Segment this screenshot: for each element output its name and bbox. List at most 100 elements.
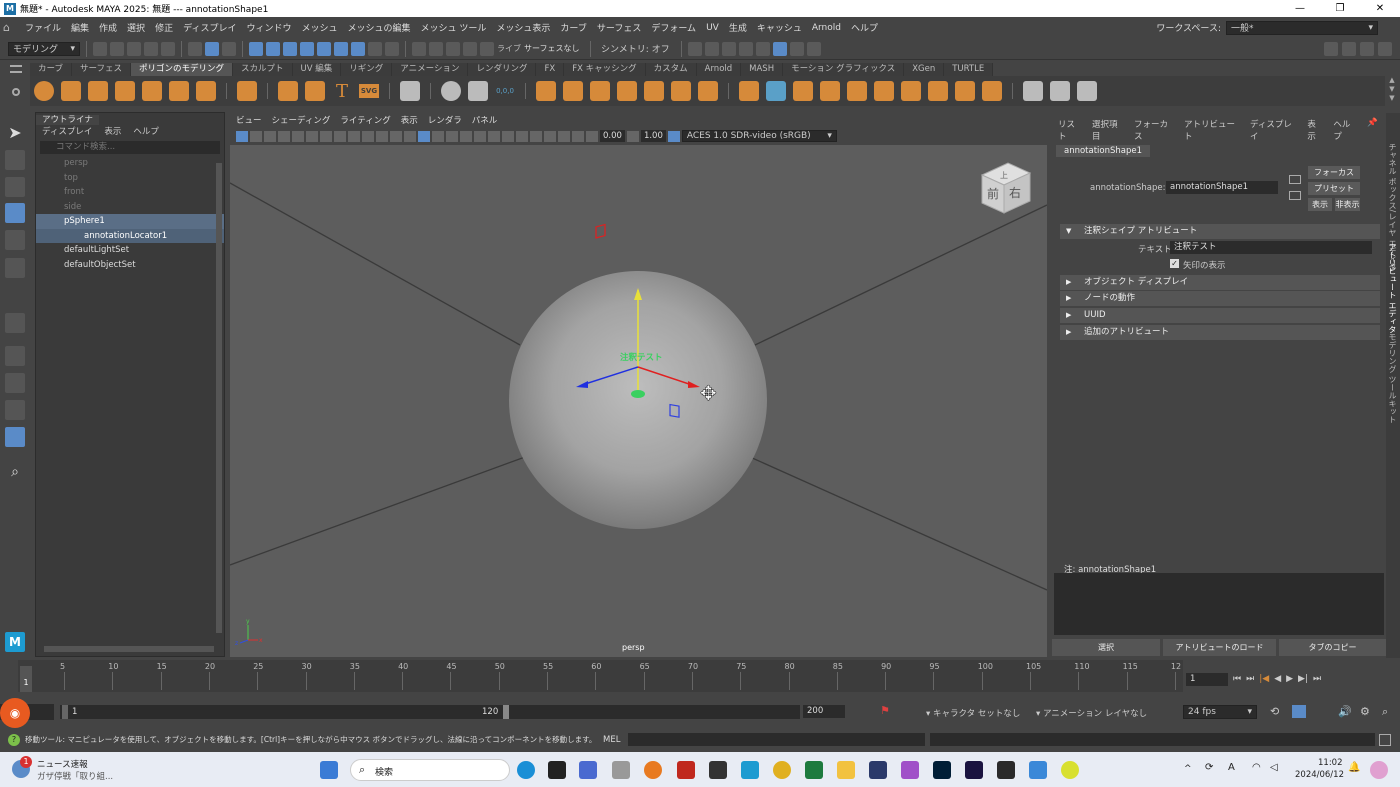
xray-joints-icon[interactable]	[572, 130, 584, 142]
toggle-panel-icon[interactable]	[1342, 41, 1356, 56]
close-button[interactable]: ✕	[1360, 3, 1400, 14]
ae-menu-show[interactable]: 表示	[1307, 118, 1323, 142]
poly-cone-icon[interactable]	[115, 81, 135, 101]
retopo-icon[interactable]	[698, 81, 718, 101]
shelf-tab-motion-graphics[interactable]: モーション グラフィックス	[783, 63, 905, 76]
section-node-behavior[interactable]: ▶ ノードの動作	[1060, 291, 1380, 306]
poly-cube-icon[interactable]	[61, 81, 81, 101]
menu-create[interactable]: 作成	[94, 21, 122, 34]
depth-of-field-icon[interactable]	[530, 130, 542, 142]
quad-draw-icon[interactable]	[1077, 81, 1097, 101]
menu-mesh-tools[interactable]: メッシュ ツール	[416, 21, 492, 34]
outliner-item-front[interactable]: front	[36, 185, 224, 200]
separate-icon[interactable]	[563, 81, 583, 101]
menu-cache[interactable]: キャッシュ	[752, 21, 807, 34]
screen-recorder-icon[interactable]: ◉	[0, 698, 30, 728]
notification-icon[interactable]: 🔔	[1348, 762, 1360, 773]
ae-menu-help[interactable]: ヘルプ	[1333, 118, 1357, 142]
field-chart-icon[interactable]	[376, 130, 388, 142]
photoshop-icon[interactable]	[933, 761, 951, 779]
substance-designer-icon[interactable]	[997, 761, 1015, 779]
search-icon[interactable]: ⌕	[5, 462, 25, 482]
shelf-tab-sculpting[interactable]: スカルプト	[233, 63, 293, 76]
select-hierarchy-icon[interactable]	[188, 41, 202, 56]
home-icon[interactable]: ⌂	[3, 21, 17, 34]
color-space-dropdown[interactable]: ACES 1.0 SDR-video (sRGB) ▾	[681, 130, 837, 142]
snap-curve-live-icon[interactable]	[446, 41, 460, 56]
outliner-menu-display[interactable]: ディスプレイ	[42, 125, 92, 137]
mirror-icon[interactable]	[644, 81, 664, 101]
shelf-tab-custom[interactable]: カスタム	[645, 63, 697, 76]
show-button[interactable]: 表示	[1308, 198, 1332, 211]
time-slider[interactable]: 1 5 10 15 20 25 30 35 40 45 50 55 60 65 70 75 80 85 90 95 1…	[18, 660, 1183, 692]
hide-button[interactable]: 非表示	[1335, 198, 1360, 211]
fill-hole-icon[interactable]	[847, 81, 867, 101]
outliner-menu-help[interactable]: ヘルプ	[133, 125, 159, 137]
copilot-icon[interactable]	[1370, 761, 1388, 779]
menu-mesh[interactable]: メッシュ	[296, 21, 342, 34]
merge-icon[interactable]	[901, 81, 921, 101]
exposure-field[interactable]: 0.00	[600, 130, 625, 142]
text-attr-field[interactable]: 注釈テスト	[1170, 241, 1372, 254]
clock-time[interactable]: 11:02	[1318, 758, 1343, 768]
section-object-display[interactable]: ▶ オブジェクト ディスプレイ	[1060, 275, 1380, 290]
section-annotation-attrs[interactable]: ▼ 注釈シェイプ アトリビュート	[1060, 224, 1380, 239]
command-input[interactable]	[628, 733, 926, 746]
menu-edit-mesh[interactable]: メッシュの編集	[342, 21, 415, 34]
quadrangulate-icon[interactable]	[982, 81, 1002, 101]
shelf-tab-mash[interactable]: MASH	[741, 63, 784, 76]
outliner-menu-show[interactable]: 表示	[104, 125, 121, 137]
undo-icon[interactable]	[144, 41, 158, 56]
ipr-render-icon[interactable]	[722, 41, 736, 56]
open-scene-icon[interactable]	[110, 41, 124, 56]
shelf-scroll-arrows[interactable]: ▲ ▼ ▼	[1386, 76, 1398, 104]
center-pivot-icon[interactable]: 0,0,0	[495, 87, 515, 95]
wifi-icon[interactable]: ◠	[1252, 762, 1261, 773]
shelf-tab-fx[interactable]: FX	[536, 63, 565, 76]
menu-help[interactable]: ヘルプ	[846, 21, 883, 34]
user-icon[interactable]	[1324, 41, 1338, 56]
capcut-icon[interactable]	[869, 761, 887, 779]
redo-icon[interactable]	[161, 41, 175, 56]
menu-display[interactable]: ディスプレイ	[178, 21, 241, 34]
outliner-item-persp[interactable]: persp	[36, 156, 224, 171]
maximize-button[interactable]: ❐	[1320, 3, 1360, 14]
paint-select-icon[interactable]	[5, 177, 25, 197]
boolean-icon[interactable]	[617, 81, 637, 101]
step-back-frame-icon[interactable]: |◀	[1259, 674, 1269, 684]
insert-edge-loop-icon[interactable]	[1050, 81, 1070, 101]
file-explorer-icon[interactable]	[837, 761, 855, 779]
isolate-select-icon[interactable]	[544, 130, 556, 142]
maya-taskbar-icon[interactable]	[741, 761, 759, 779]
render-view-icon[interactable]	[688, 41, 702, 56]
blender-icon[interactable]	[644, 761, 662, 779]
shelf-menu-icon[interactable]	[10, 65, 22, 73]
bookmark-icon[interactable]	[264, 130, 276, 142]
arnold-stop-icon[interactable]	[790, 41, 804, 56]
triangulate-icon[interactable]	[955, 81, 975, 101]
ae-node-tab[interactable]: annotationShape1	[1056, 145, 1151, 157]
current-frame-marker[interactable]: 1	[20, 666, 32, 692]
shelf-tab-xgen[interactable]: XGen	[904, 63, 945, 76]
append-poly-icon[interactable]	[820, 81, 840, 101]
select-tool-icon[interactable]: ➤	[5, 123, 25, 143]
ae-menu-focus[interactable]: フォーカス	[1134, 118, 1174, 142]
menu-modify[interactable]: 修正	[150, 21, 178, 34]
textured-icon[interactable]	[446, 130, 458, 142]
snap-projected-icon[interactable]	[463, 41, 477, 56]
collapse-icon[interactable]	[928, 81, 948, 101]
outliner-item-object-set[interactable]: defaultObjectSet	[36, 258, 224, 273]
section-extra-attrs[interactable]: ▶ 追加のアトリビュート	[1060, 325, 1380, 340]
menu-surfaces[interactable]: サーフェス	[592, 21, 646, 34]
four-view-icon[interactable]	[5, 373, 25, 393]
hypershade-icon[interactable]	[756, 41, 770, 56]
make-live-icon[interactable]	[351, 41, 365, 56]
windows-start-icon[interactable]	[320, 761, 338, 779]
poly-cylinder-icon[interactable]	[88, 81, 108, 101]
menu-file[interactable]: ファイル	[20, 21, 66, 34]
excel-icon[interactable]	[805, 761, 823, 779]
grease-pencil-icon[interactable]	[306, 130, 318, 142]
safe-action-icon[interactable]	[390, 130, 402, 142]
resolution-gate-icon[interactable]	[348, 130, 360, 142]
shadows-icon[interactable]	[474, 130, 486, 142]
